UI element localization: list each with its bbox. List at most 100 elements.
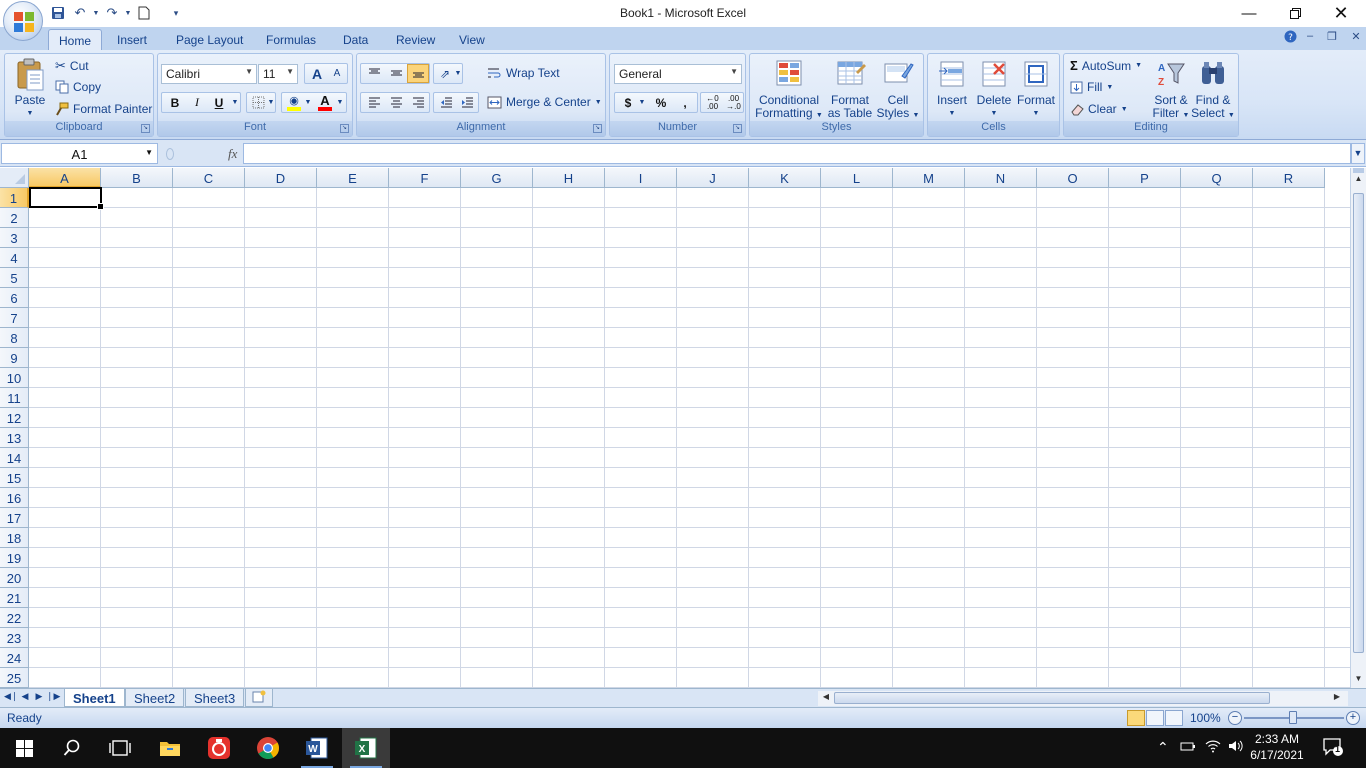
row-header-13[interactable]: 13: [0, 428, 29, 448]
excel-icon[interactable]: X: [342, 728, 390, 768]
battery-icon[interactable]: [1180, 739, 1196, 756]
workbook-minimize-icon[interactable]: –: [1301, 30, 1319, 47]
row-header-24[interactable]: 24: [0, 648, 29, 668]
scroll-left-icon[interactable]: ◀: [819, 692, 833, 701]
row-header-17[interactable]: 17: [0, 508, 29, 528]
increase-indent-icon[interactable]: [457, 93, 478, 112]
insert-function-icon[interactable]: fx: [228, 146, 237, 162]
workbook-restore-icon[interactable]: ❐: [1323, 30, 1341, 47]
split-handle[interactable]: [1353, 168, 1364, 173]
horizontal-scroll-thumb[interactable]: [834, 692, 1270, 704]
currency-button[interactable]: $: [617, 93, 639, 112]
zoom-slider-thumb[interactable]: [1289, 711, 1297, 724]
row-header-11[interactable]: 11: [0, 388, 29, 408]
tab-page-layout[interactable]: Page Layout: [166, 29, 253, 50]
next-sheet-icon[interactable]: ▶: [32, 691, 46, 705]
font-dialog-launcher-icon[interactable]: ↘: [340, 124, 349, 133]
chrome-icon[interactable]: [244, 728, 292, 768]
horizontal-scrollbar[interactable]: ◀ ▶: [818, 691, 1348, 706]
active-cell[interactable]: [29, 187, 104, 210]
row-header-1[interactable]: 1: [0, 188, 29, 208]
cut-button[interactable]: ✂ Cut: [55, 58, 89, 74]
notification-center-icon[interactable]: 1: [1322, 736, 1344, 761]
wrap-text-button[interactable]: Wrap Text: [487, 66, 560, 80]
alignment-dialog-launcher-icon[interactable]: ↘: [593, 124, 602, 133]
align-center-icon[interactable]: [385, 93, 407, 112]
column-header-p[interactable]: P: [1109, 168, 1181, 188]
search-icon[interactable]: [48, 728, 96, 768]
office-button[interactable]: [3, 1, 43, 41]
sheet-tab-sheet2[interactable]: Sheet2: [125, 689, 185, 707]
percent-button[interactable]: %: [649, 93, 673, 112]
column-header-c[interactable]: C: [173, 168, 245, 188]
column-header-j[interactable]: J: [677, 168, 749, 188]
format-cells-button[interactable]: Format ▼: [1015, 56, 1057, 120]
column-header-o[interactable]: O: [1037, 168, 1109, 188]
formula-input[interactable]: [243, 143, 1351, 164]
help-icon[interactable]: ?: [1281, 30, 1299, 47]
column-header-b[interactable]: B: [101, 168, 173, 188]
minimize-icon[interactable]: —: [1226, 0, 1272, 27]
first-sheet-icon[interactable]: ◀❘: [4, 691, 18, 705]
align-middle-icon[interactable]: [385, 64, 407, 83]
column-header-e[interactable]: E: [317, 168, 389, 188]
tab-data[interactable]: Data: [333, 29, 378, 50]
wifi-icon[interactable]: [1205, 739, 1221, 756]
tab-view[interactable]: View: [449, 29, 495, 50]
column-header-a[interactable]: A: [29, 168, 101, 188]
column-header-g[interactable]: G: [461, 168, 533, 188]
currency-dropdown-icon[interactable]: ▼: [637, 93, 647, 112]
grow-font-button[interactable]: A: [307, 64, 327, 83]
bold-button[interactable]: B: [164, 93, 186, 112]
paste-button[interactable]: Paste ▼: [9, 56, 51, 120]
name-box-dropdown-icon[interactable]: ▼: [145, 148, 153, 157]
column-header-d[interactable]: D: [245, 168, 317, 188]
formula-bar-resize-icon[interactable]: [166, 147, 174, 160]
delete-cells-button[interactable]: Delete ▼: [973, 56, 1015, 120]
page-layout-view-icon[interactable]: [1146, 710, 1164, 726]
row-header-7[interactable]: 7: [0, 308, 29, 328]
clock[interactable]: 2:33 AM 6/17/2021: [1244, 731, 1310, 763]
expand-formula-bar-icon[interactable]: ▼: [1351, 143, 1365, 164]
comma-button[interactable]: ,: [673, 93, 697, 112]
fill-color-dropdown-icon[interactable]: ▼: [303, 93, 313, 112]
cell-styles-button[interactable]: Cell Styles ▼: [876, 56, 920, 122]
tab-insert[interactable]: Insert: [107, 29, 157, 50]
copy-button[interactable]: Copy: [55, 80, 101, 94]
page-break-preview-icon[interactable]: [1165, 710, 1183, 726]
name-box[interactable]: A1 ▼: [1, 143, 158, 164]
merge-center-button[interactable]: Merge & Center ▼: [487, 95, 602, 109]
insert-worksheet-icon[interactable]: [245, 689, 273, 707]
align-left-icon[interactable]: [363, 93, 385, 112]
row-header-4[interactable]: 4: [0, 248, 29, 268]
underline-dropdown-icon[interactable]: ▼: [230, 93, 240, 112]
column-header-q[interactable]: Q: [1181, 168, 1253, 188]
column-header-r[interactable]: R: [1253, 168, 1325, 188]
borders-dropdown-icon[interactable]: ▼: [266, 93, 276, 112]
sheet-tab-sheet3[interactable]: Sheet3: [185, 689, 245, 707]
close-icon[interactable]: ✕: [1318, 0, 1364, 27]
column-header-h[interactable]: H: [533, 168, 605, 188]
sort-filter-button[interactable]: AZ Sort & Filter ▼: [1150, 56, 1192, 122]
row-header-8[interactable]: 8: [0, 328, 29, 348]
row-header-9[interactable]: 9: [0, 348, 29, 368]
row-header-20[interactable]: 20: [0, 568, 29, 588]
word-icon[interactable]: W: [293, 728, 341, 768]
font-color-dropdown-icon[interactable]: ▼: [335, 93, 345, 112]
row-header-22[interactable]: 22: [0, 608, 29, 628]
column-header-m[interactable]: M: [893, 168, 965, 188]
paste-dropdown-icon[interactable]: ▼: [9, 107, 51, 120]
zoom-level[interactable]: 100%: [1190, 711, 1221, 725]
conditional-formatting-button[interactable]: Conditional Formatting ▼: [753, 56, 825, 122]
app-icon[interactable]: [195, 728, 243, 768]
italic-button[interactable]: I: [186, 93, 208, 112]
zoom-out-icon[interactable]: −: [1228, 711, 1242, 725]
font-color-icon[interactable]: A: [315, 93, 335, 112]
font-name-select[interactable]: Calibri ▼: [161, 64, 257, 84]
insert-cells-button[interactable]: Insert ▼: [931, 56, 973, 120]
workbook-close-icon[interactable]: ✕: [1347, 30, 1365, 47]
row-header-3[interactable]: 3: [0, 228, 29, 248]
last-sheet-icon[interactable]: ❘▶: [46, 691, 60, 705]
row-header-12[interactable]: 12: [0, 408, 29, 428]
row-header-18[interactable]: 18: [0, 528, 29, 548]
